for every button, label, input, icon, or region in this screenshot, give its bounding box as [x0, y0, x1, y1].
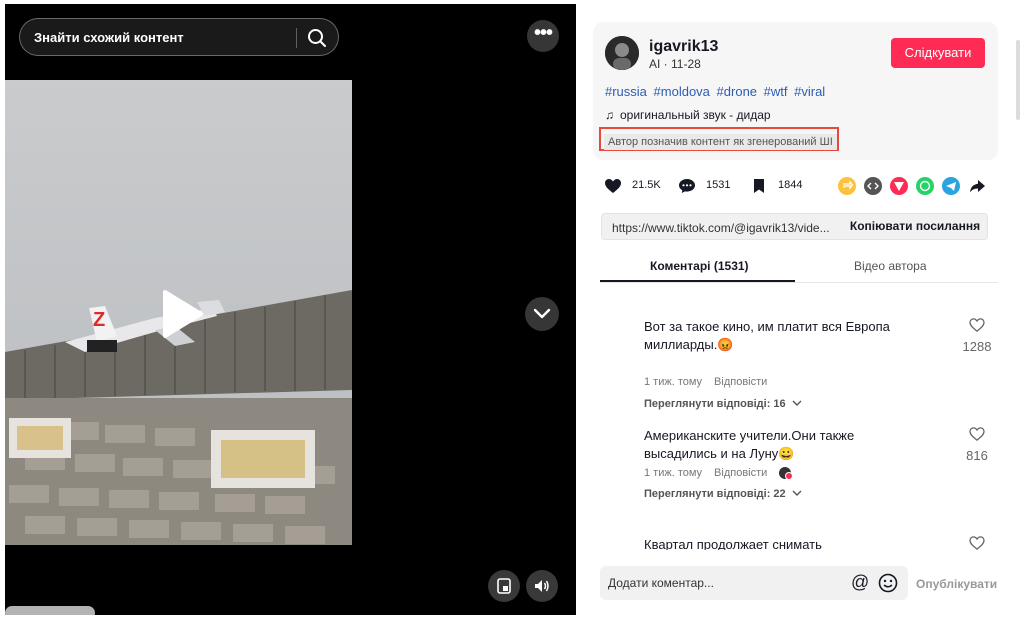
chevron-down-icon	[792, 400, 802, 406]
chevron-down-icon	[533, 308, 551, 319]
comment-text: Американските учители.Они также высадили…	[644, 428, 855, 461]
copy-link-button[interactable]: Копіювати посилання	[842, 214, 988, 239]
more-options-button[interactable]: •••	[527, 20, 559, 52]
reply-link[interactable]: Відповісти	[714, 467, 767, 479]
comment-meta: 1 тиж. тому Відповісти	[644, 467, 803, 481]
comment-like-count: 816	[966, 448, 988, 463]
comment-text: Квартал продолжает снимать юмористичный	[644, 537, 822, 550]
hashtag-link[interactable]: #wtf	[764, 84, 788, 99]
comment-like[interactable]: 1288	[962, 318, 992, 354]
video-info-card: igavrik13 AI · 11-28 Слідкувати #russia …	[593, 22, 998, 160]
play-button[interactable]	[157, 288, 205, 340]
comment-like-count: 1288	[962, 339, 992, 354]
hashtag-link[interactable]: #viral	[794, 84, 825, 99]
similar-content-label: Знайти схожий контент	[34, 30, 184, 45]
mention-icon[interactable]: @	[851, 572, 869, 593]
view-replies-label: Переглянути відповіді: 16	[644, 398, 786, 410]
telegram-icon[interactable]	[942, 177, 960, 195]
search-divider	[296, 28, 297, 48]
ai-generated-label-highlight: Автор позначив контент як згенерований Ш…	[599, 127, 839, 151]
drone-z-marking: Z	[93, 309, 105, 331]
save-count: 1844	[778, 179, 803, 191]
heart-icon	[605, 179, 621, 193]
comment-item: Американските учители.Они также высадили…	[600, 427, 1000, 527]
follow-button[interactable]: Слідкувати	[891, 38, 985, 68]
tiktok-video-page: Z Знайти схожий контент ••• igavrik13 AI…	[0, 0, 1024, 623]
comment-list: Вот за такое кино, им платит вся Европа …	[600, 300, 1000, 550]
next-video-button[interactable]	[525, 297, 559, 331]
view-replies-link[interactable]: Переглянути відповіді: 16	[644, 398, 802, 410]
ai-generated-label: Автор позначив контент як згенерований Ш…	[604, 134, 837, 150]
publish-button[interactable]: Опублікувати	[916, 577, 997, 591]
repost-icon[interactable]	[838, 177, 856, 195]
comment-time: 1 тиж. тому	[644, 467, 703, 479]
comment-like[interactable]: 816	[962, 427, 992, 463]
search-icon[interactable]	[306, 27, 328, 49]
comment-count: 1531	[706, 179, 731, 191]
chevron-down-icon	[792, 490, 802, 496]
heart-outline-icon	[969, 427, 985, 441]
comment-meta: 1 тиж. тому Відповісти	[644, 376, 779, 388]
tab-comments[interactable]: Коментарі (1531)	[650, 259, 749, 273]
heart-outline-icon	[969, 536, 985, 550]
video-progress-handle[interactable]	[5, 606, 95, 615]
play-icon	[163, 290, 203, 338]
comment-item: Вот за такое кино, им платит вся Европа …	[600, 318, 1000, 418]
tab-author-videos[interactable]: Відео автора	[854, 259, 927, 273]
author-username[interactable]: igavrik13	[649, 38, 718, 56]
author-subline: AI · 11-28	[649, 57, 701, 71]
comment-tabs: Коментарі (1531) Відео автора	[600, 255, 998, 283]
picture-in-picture-button[interactable]	[488, 570, 520, 602]
hashtag-list: #russia #moldova #drone #wtf #viral	[605, 84, 828, 99]
share-arrow-icon[interactable]	[968, 177, 986, 195]
whatsapp-icon[interactable]	[916, 177, 934, 195]
comment-input[interactable]: Додати коментар... @	[600, 566, 908, 600]
scrollbar[interactable]	[1016, 40, 1020, 120]
video-player[interactable]: Z Знайти схожий контент •••	[5, 4, 576, 615]
similar-content-search[interactable]: Знайти схожий контент	[19, 18, 339, 56]
comment-placeholder: Додати коментар...	[608, 576, 714, 590]
emoji-icon[interactable]	[878, 573, 898, 598]
comment-item: Квартал продолжает снимать юмористичный	[600, 536, 1000, 550]
bookmark-icon	[754, 179, 764, 193]
comment-like[interactable]	[962, 536, 992, 550]
hashtag-link[interactable]: #moldova	[654, 84, 710, 99]
video-link-box: https://www.tiktok.com/@igavrik13/vide..…	[601, 213, 988, 240]
comment-time: 1 тиж. тому	[644, 376, 703, 388]
hashtag-link[interactable]: #russia	[605, 84, 647, 99]
like-count: 21.5K	[632, 179, 661, 191]
video-frame[interactable]: Z	[5, 80, 352, 545]
heart-outline-icon	[969, 318, 985, 332]
author-liked-avatar	[779, 467, 794, 481]
video-url[interactable]: https://www.tiktok.com/@igavrik13/vide..…	[612, 221, 834, 235]
embed-icon[interactable]	[864, 177, 882, 195]
view-replies-link[interactable]: Переглянути відповіді: 22	[644, 488, 802, 500]
speaker-icon	[535, 580, 549, 592]
send-icon[interactable]	[890, 177, 908, 195]
author-avatar[interactable]	[605, 36, 639, 70]
comment-icon	[679, 179, 695, 193]
sound-label: оригинальный звук - дидар	[620, 108, 771, 122]
active-tab-indicator	[600, 280, 795, 282]
music-note-icon: ♫	[605, 108, 614, 122]
view-replies-label: Переглянути відповіді: 22	[644, 488, 786, 500]
pip-icon	[497, 578, 511, 594]
volume-button[interactable]	[526, 570, 558, 602]
sound-link[interactable]: ♫ оригинальный звук - дидар	[605, 108, 771, 122]
hashtag-link[interactable]: #drone	[717, 84, 757, 99]
reply-link[interactable]: Відповісти	[714, 376, 767, 388]
comment-text: Вот за такое кино, им платит вся Европа …	[644, 319, 890, 352]
